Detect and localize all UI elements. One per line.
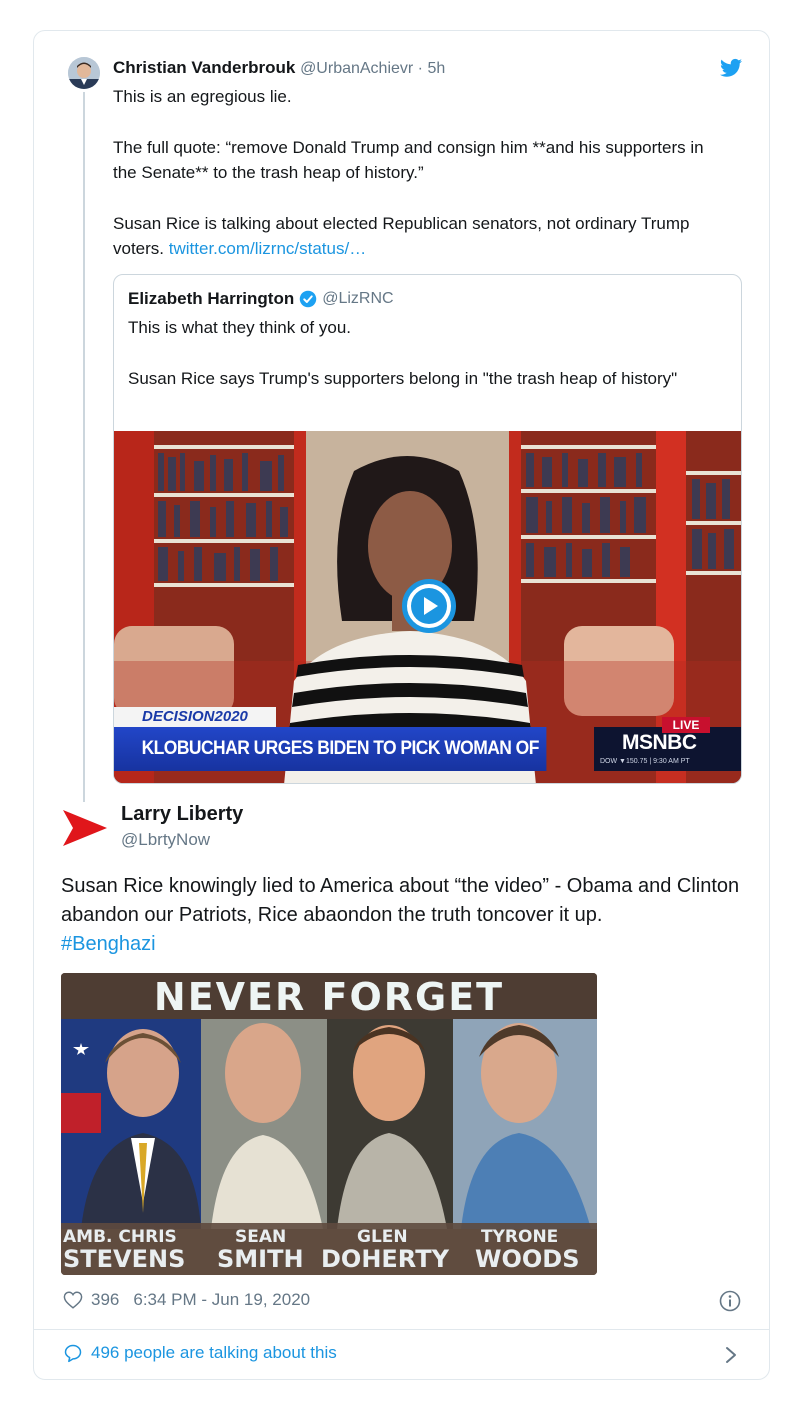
conversation-count-text: 496 people are talking about this — [91, 1343, 337, 1362]
like-count[interactable]: 396 — [91, 1290, 119, 1310]
comment-icon — [64, 1344, 82, 1363]
image-banner: NEVER FORGET — [153, 975, 505, 1019]
caption-first-name: SEAN — [235, 1227, 287, 1247]
parent-author-avatar[interactable] — [68, 57, 100, 89]
thread-connector — [83, 92, 85, 802]
video-ticker: DOW ▼150.75 | 9:30 AM PT — [600, 758, 690, 765]
footer-divider — [34, 1329, 769, 1330]
video-headline: KLOBUCHAR URGES BIDEN TO PICK WOMAN OF C… — [114, 727, 547, 783]
parent-tweet-header: Christian Vanderbrouk @UrbanAchievr · 5h — [113, 58, 445, 78]
twitter-bird-icon[interactable] — [720, 58, 742, 78]
tweet-timestamp[interactable]: 6:34 PM - Jun 19, 2020 — [133, 1290, 310, 1310]
quoted-tweet-line: Susan Rice says Trump's supporters belon… — [128, 368, 678, 388]
quoted-author-name[interactable]: Elizabeth Harrington — [128, 289, 294, 309]
main-author-name[interactable]: Larry Liberty — [121, 803, 243, 826]
caption-first-name: TYRONE — [481, 1227, 559, 1247]
caption-last-name: WOODS — [475, 1245, 580, 1273]
conversation-link[interactable]: 496 people are talking about this — [63, 1343, 337, 1363]
video-tag: DECISION2020 — [114, 707, 276, 727]
parent-author-handle-time[interactable]: @UrbanAchievr · 5h — [300, 60, 445, 77]
parent-tweet-line: This is an egregious lie. — [113, 87, 292, 106]
verified-badge-icon — [299, 290, 317, 308]
caption-last-name: SMITH — [217, 1245, 304, 1273]
video-thumbnail[interactable]: DECISION2020 KLOBUCHAR URGES BIDEN TO PI… — [114, 431, 741, 783]
hashtag-link[interactable]: #Benghazi — [61, 933, 156, 955]
quoted-tweet-line: This is what they think of you. — [128, 318, 351, 337]
play-icon[interactable] — [402, 579, 456, 633]
caption-last-name: DOHERTY — [321, 1245, 449, 1273]
tweet-meta: 396 6:34 PM - Jun 19, 2020 — [63, 1290, 310, 1310]
caption-first-name: AMB. CHRIS — [63, 1227, 177, 1247]
chevron-right-icon[interactable] — [724, 1345, 738, 1365]
image-name-captions: AMB. CHRIS STEVENS SEAN SMITH GLEN DOHER… — [61, 1223, 597, 1275]
main-tweet-text: Susan Rice knowingly lied to America abo… — [61, 872, 751, 959]
main-author-handle[interactable]: @LbrtyNow — [121, 830, 210, 850]
caption-first-name: GLEN — [357, 1227, 408, 1247]
quoted-tweet-text: This is what they think of you. Susan Ri… — [128, 315, 718, 391]
heart-icon[interactable] — [63, 1291, 83, 1309]
parent-author-name[interactable]: Christian Vanderbrouk — [113, 58, 295, 77]
parent-tweet-line: Susan Rice is talking about elected Repu… — [113, 211, 723, 262]
quoted-tweet-header: Elizabeth Harrington @LizRNC — [128, 289, 394, 309]
parent-tweet-text: This is an egregious lie. The full quote… — [113, 84, 723, 262]
info-icon[interactable] — [719, 1290, 741, 1312]
brand-logo-icon[interactable] — [61, 806, 109, 850]
caption-last-name: STEVENS — [63, 1245, 186, 1273]
network-logo: MSNBC — [622, 731, 697, 754]
tweet-image[interactable]: NEVER FORGET AMB. CHRIS STEVENS SEAN SMI… — [61, 973, 597, 1275]
quoted-author-handle[interactable]: @LizRNC — [322, 290, 393, 308]
quoted-tweet[interactable]: Elizabeth Harrington @LizRNC This is wha… — [113, 274, 742, 784]
parent-tweet-line: The full quote: “remove Donald Trump and… — [113, 137, 704, 183]
main-tweet-body: Susan Rice knowingly lied to America abo… — [61, 875, 740, 926]
quoted-status-link[interactable]: twitter.com/lizrnc/status/… — [169, 239, 366, 258]
